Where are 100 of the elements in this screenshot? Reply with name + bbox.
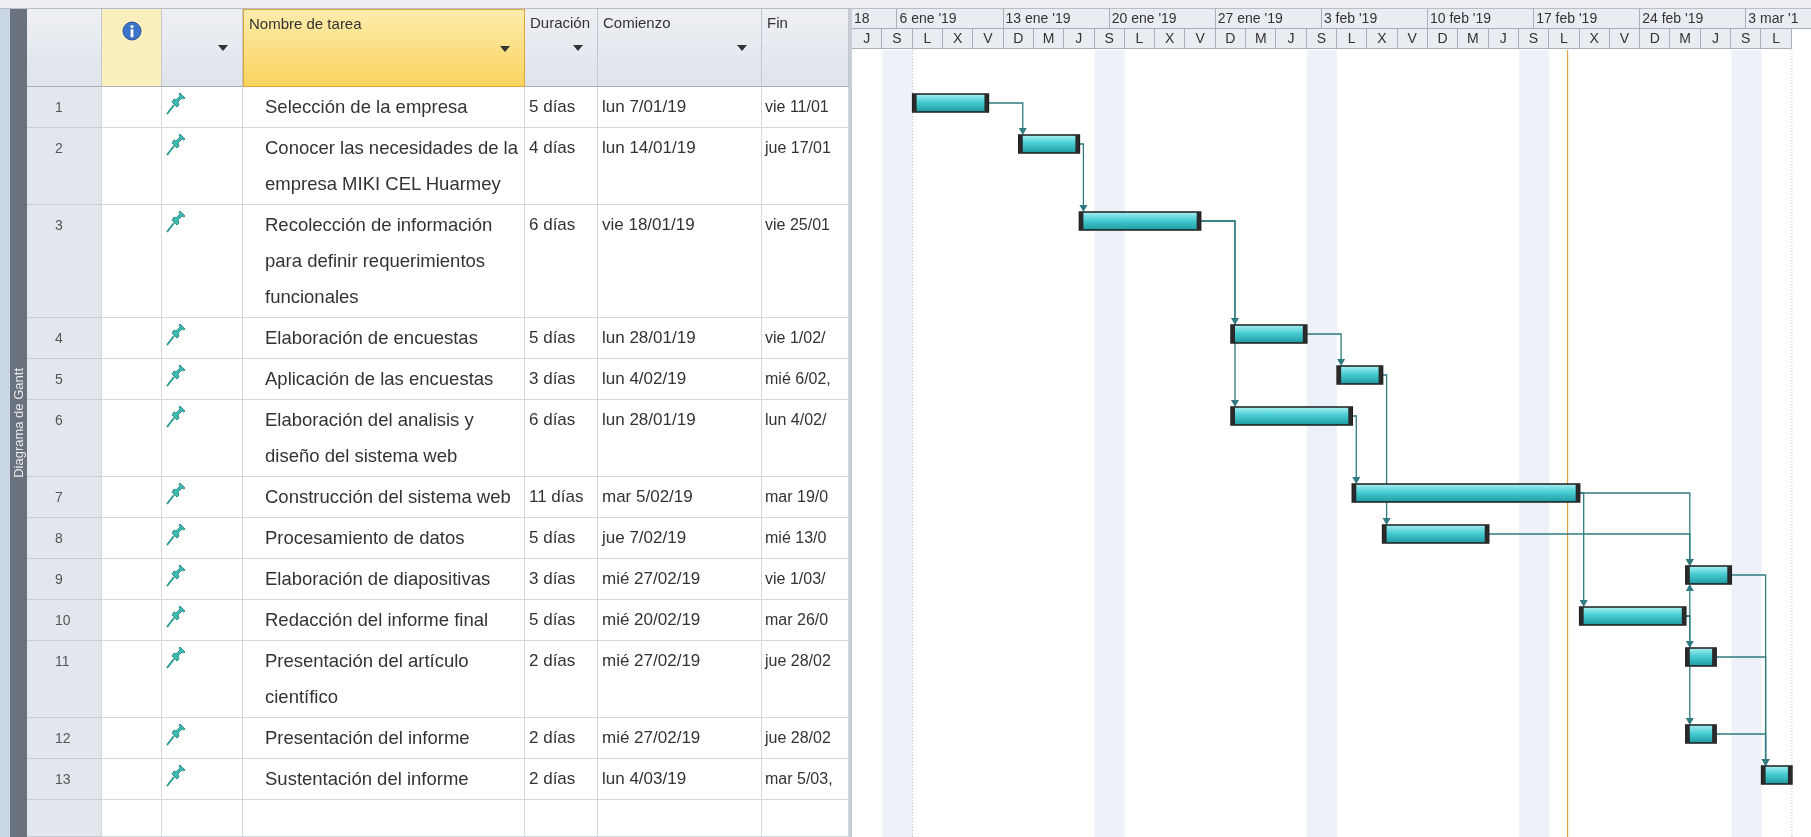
task-bar[interactable] bbox=[1685, 565, 1733, 585]
dropdown-icon[interactable] bbox=[218, 45, 228, 51]
task-bar[interactable] bbox=[1230, 406, 1354, 426]
row-number[interactable]: 5 bbox=[27, 359, 102, 400]
task-name: Elaboración de encuestas bbox=[243, 318, 525, 359]
timescale-week: 24 feb '19 bbox=[1640, 9, 1747, 29]
timescale-day: M bbox=[1670, 29, 1701, 49]
column-header-label: Nombre de tarea bbox=[249, 15, 362, 32]
start-date-cell: lun 7/01/19 bbox=[598, 87, 762, 128]
row-number[interactable]: 2 bbox=[27, 128, 102, 205]
timescale-day: M bbox=[1458, 29, 1489, 49]
task-bar[interactable] bbox=[1351, 483, 1581, 503]
row-number[interactable]: 9 bbox=[27, 559, 102, 600]
timescale-day: S bbox=[1094, 29, 1125, 49]
timescale-day: X bbox=[1155, 29, 1186, 49]
task-bar[interactable] bbox=[1760, 765, 1793, 785]
pushpin-icon bbox=[166, 606, 186, 628]
duration-cell: 5 días bbox=[525, 87, 598, 128]
task-bar[interactable] bbox=[1336, 365, 1384, 385]
timescale-week: 27 ene '19 bbox=[1215, 9, 1322, 29]
row-number[interactable]: 12 bbox=[27, 718, 102, 759]
timescale-week: 3 feb '19 bbox=[1321, 9, 1428, 29]
pushpin-icon bbox=[166, 365, 186, 387]
start-date-cell: vie 18/01/19 bbox=[598, 205, 762, 318]
column-header[interactable]: Comienzo bbox=[598, 9, 762, 87]
finish-date-cell: vie 1/02/ bbox=[762, 318, 849, 359]
task-bar[interactable] bbox=[1230, 324, 1308, 344]
finish-date-cell: lun 4/02/ bbox=[762, 400, 849, 477]
start-date-cell: mar 5/02/19 bbox=[598, 477, 762, 518]
task-bar[interactable] bbox=[1381, 524, 1490, 544]
pushpin-icon bbox=[166, 324, 186, 346]
task-name: Elaboración de diapositivas bbox=[243, 559, 525, 600]
dependency-arrow bbox=[987, 102, 1027, 135]
duration-cell: 3 días bbox=[525, 559, 598, 600]
pushpin-icon bbox=[166, 647, 186, 669]
pushpin-icon bbox=[166, 765, 186, 787]
timescale-week: 13 ene '19 bbox=[1003, 9, 1110, 29]
finish-date-cell: mar 26/0 bbox=[762, 600, 849, 641]
timescale-day: L bbox=[1337, 29, 1368, 49]
dependency-arrow bbox=[1306, 333, 1346, 366]
column-header[interactable]: Duración bbox=[525, 9, 598, 87]
column-header[interactable] bbox=[102, 9, 162, 87]
start-date-cell: mié 27/02/19 bbox=[598, 559, 762, 600]
column-header-label: Comienzo bbox=[603, 14, 671, 31]
info-icon bbox=[121, 21, 142, 41]
dependency-arrow bbox=[1351, 415, 1361, 484]
column-header[interactable]: Fin bbox=[762, 9, 849, 87]
timescale-day: V bbox=[973, 29, 1004, 49]
duration-cell: 6 días bbox=[525, 205, 598, 318]
timescale-day: J bbox=[852, 29, 883, 49]
dropdown-icon[interactable] bbox=[573, 45, 583, 51]
timescale-day: L bbox=[1549, 29, 1580, 49]
timescale-day: X bbox=[942, 29, 974, 49]
column-header[interactable]: Nombre de tarea bbox=[243, 9, 525, 87]
task-name: Conocer las necesidades de la empresa MIKI CEL Huarmey bbox=[243, 128, 525, 205]
timescale-day: X bbox=[1367, 29, 1398, 49]
pushpin-icon bbox=[166, 565, 186, 587]
row-number[interactable]: 3 bbox=[27, 205, 102, 318]
finish-date-cell: mar 5/03, bbox=[762, 759, 849, 800]
timescale-day: L bbox=[912, 29, 943, 49]
start-date-cell: lun 4/02/19 bbox=[598, 359, 762, 400]
row-number[interactable]: 13 bbox=[27, 759, 102, 800]
task-bar[interactable] bbox=[1685, 724, 1717, 744]
dropdown-icon[interactable] bbox=[737, 45, 747, 51]
timescale-day: J bbox=[1488, 29, 1519, 49]
timescale-week: 6 ene '19 bbox=[897, 9, 1004, 29]
dropdown-icon[interactable] bbox=[500, 46, 510, 52]
start-date-cell: jue 7/02/19 bbox=[598, 518, 762, 559]
task-name: Selección de la empresa bbox=[243, 87, 525, 128]
task-name: Redacción del informe final bbox=[243, 600, 525, 641]
start-date-cell: lun 28/01/19 bbox=[598, 400, 762, 477]
row-number[interactable]: 6 bbox=[27, 400, 102, 477]
duration-cell: 5 días bbox=[525, 600, 598, 641]
start-date-cell: lun 14/01/19 bbox=[598, 128, 762, 205]
finish-date-cell: mié 13/0 bbox=[762, 518, 849, 559]
timescale-week: 17 feb '19 bbox=[1534, 9, 1641, 29]
task-bar[interactable] bbox=[911, 93, 990, 113]
task-bar[interactable] bbox=[1078, 211, 1202, 231]
row-number[interactable]: 10 bbox=[27, 600, 102, 641]
task-bar[interactable] bbox=[1685, 647, 1717, 667]
pushpin-icon bbox=[166, 483, 186, 505]
timescale-day: D bbox=[1215, 29, 1247, 49]
column-header-label: Duración bbox=[530, 14, 591, 31]
task-bar[interactable] bbox=[1018, 134, 1081, 154]
row-number[interactable]: 4 bbox=[27, 318, 102, 359]
pushpin-icon bbox=[166, 724, 186, 746]
pushpin-icon bbox=[166, 406, 186, 428]
start-date-cell: mié 27/02/19 bbox=[598, 718, 762, 759]
row-number[interactable]: 7 bbox=[27, 477, 102, 518]
finish-date-cell: jue 28/02 bbox=[762, 718, 849, 759]
task-bar[interactable] bbox=[1578, 606, 1687, 626]
column-header-label: Fin bbox=[767, 14, 788, 31]
row-number[interactable]: 11 bbox=[27, 641, 102, 718]
row-number[interactable]: 8 bbox=[27, 518, 102, 559]
timescale-week: 10 feb '19 bbox=[1428, 9, 1535, 29]
timescale-day: D bbox=[1640, 29, 1671, 49]
timescale-day: S bbox=[1731, 29, 1762, 49]
timescale-day: S bbox=[882, 29, 913, 49]
row-number[interactable]: 1 bbox=[27, 87, 102, 128]
task-name: Construcción del sistema web bbox=[243, 477, 525, 518]
